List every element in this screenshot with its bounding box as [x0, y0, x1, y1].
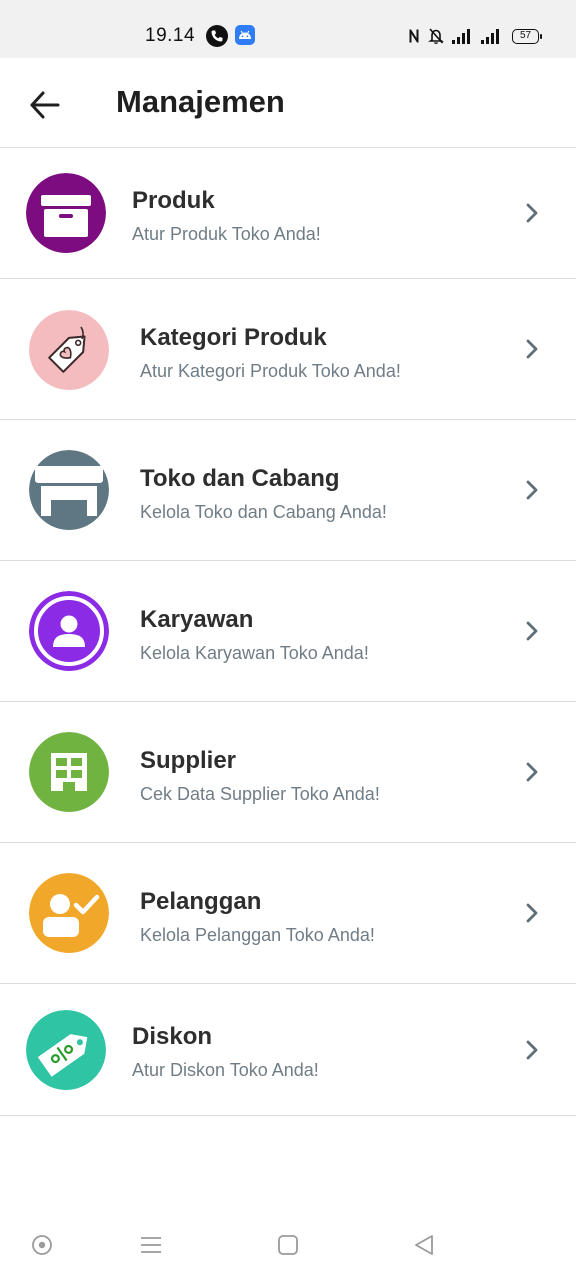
mute-icon	[428, 28, 444, 45]
status-time: 19.14	[145, 25, 196, 46]
page-title: Manajemen	[116, 84, 285, 119]
back-button[interactable]	[24, 84, 66, 126]
menu-item-supplier[interactable]: Supplier Cek Data Supplier Toko Anda!	[0, 702, 576, 843]
menu-item-subtitle: Cek Data Supplier Toko Anda!	[140, 784, 380, 804]
menu-item-subtitle: Atur Diskon Toko Anda!	[132, 1060, 319, 1080]
chevron-right-icon	[526, 203, 538, 223]
menu-item-diskon[interactable]: Diskon Atur Diskon Toko Anda!	[0, 984, 576, 1116]
menu-item-subtitle: Atur Produk Toko Anda!	[132, 224, 321, 244]
menu-item-subtitle: Kelola Karyawan Toko Anda!	[140, 643, 369, 663]
nfc-icon	[409, 29, 419, 43]
home-button[interactable]	[275, 1232, 301, 1258]
status-bar: 19.14 57	[0, 0, 576, 58]
employee-icon	[29, 591, 109, 671]
menu-item-subtitle: Atur Kategori Produk Toko Anda!	[140, 361, 401, 381]
app-header: Manajemen	[0, 58, 576, 148]
building-icon	[29, 732, 109, 812]
navigation-bar	[0, 1206, 576, 1280]
arrow-left-icon	[30, 91, 60, 119]
chevron-right-icon	[526, 762, 538, 782]
chevron-right-icon	[526, 903, 538, 923]
chevron-right-icon	[526, 480, 538, 500]
box-icon	[26, 173, 106, 253]
menu-item-title: Kategori Produk	[140, 324, 327, 351]
tag-heart-icon	[29, 310, 109, 390]
assistant-button[interactable]	[29, 1232, 55, 1258]
menu-item-title: Karyawan	[140, 606, 254, 633]
menu-item-title: Produk	[132, 187, 215, 214]
menu-item-subtitle: Kelola Pelanggan Toko Anda!	[140, 925, 375, 945]
menu-item-title: Toko dan Cabang	[140, 465, 340, 492]
battery-icon: 57	[512, 29, 542, 44]
menu-item-title: Pelanggan	[140, 888, 262, 915]
chevron-right-icon	[526, 1040, 538, 1060]
menu-icon	[141, 1237, 161, 1253]
home-icon	[278, 1235, 298, 1255]
menu-item-toko-dan-cabang[interactable]: Toko dan Cabang Kelola Toko dan Cabang A…	[0, 420, 576, 561]
menu-item-title: Diskon	[132, 1023, 213, 1050]
android-app-icon	[235, 25, 255, 45]
signal-icon	[452, 29, 470, 44]
discount-tag-icon	[26, 1010, 106, 1090]
menu-item-pelanggan[interactable]: Pelanggan Kelola Pelanggan Toko Anda!	[0, 843, 576, 984]
back-nav-button[interactable]	[411, 1232, 437, 1258]
chevron-right-icon	[526, 339, 538, 359]
signal-icon	[481, 29, 499, 44]
menu-item-karyawan[interactable]: Karyawan Kelola Karyawan Toko Anda!	[0, 561, 576, 702]
menu-item-kategori-produk[interactable]: Kategori Produk Atur Kategori Produk Tok…	[0, 279, 576, 420]
menu-item-title: Supplier	[140, 747, 237, 774]
recents-button[interactable]	[138, 1232, 164, 1258]
menu-item-produk[interactable]: Produk Atur Produk Toko Anda!	[0, 148, 576, 279]
chevron-right-icon	[526, 621, 538, 641]
phone-icon	[206, 25, 228, 47]
customer-check-icon	[29, 873, 109, 953]
back-triangle-icon	[415, 1235, 433, 1255]
store-icon	[29, 450, 109, 530]
assistant-icon	[32, 1235, 52, 1255]
menu-item-subtitle: Kelola Toko dan Cabang Anda!	[140, 502, 387, 522]
